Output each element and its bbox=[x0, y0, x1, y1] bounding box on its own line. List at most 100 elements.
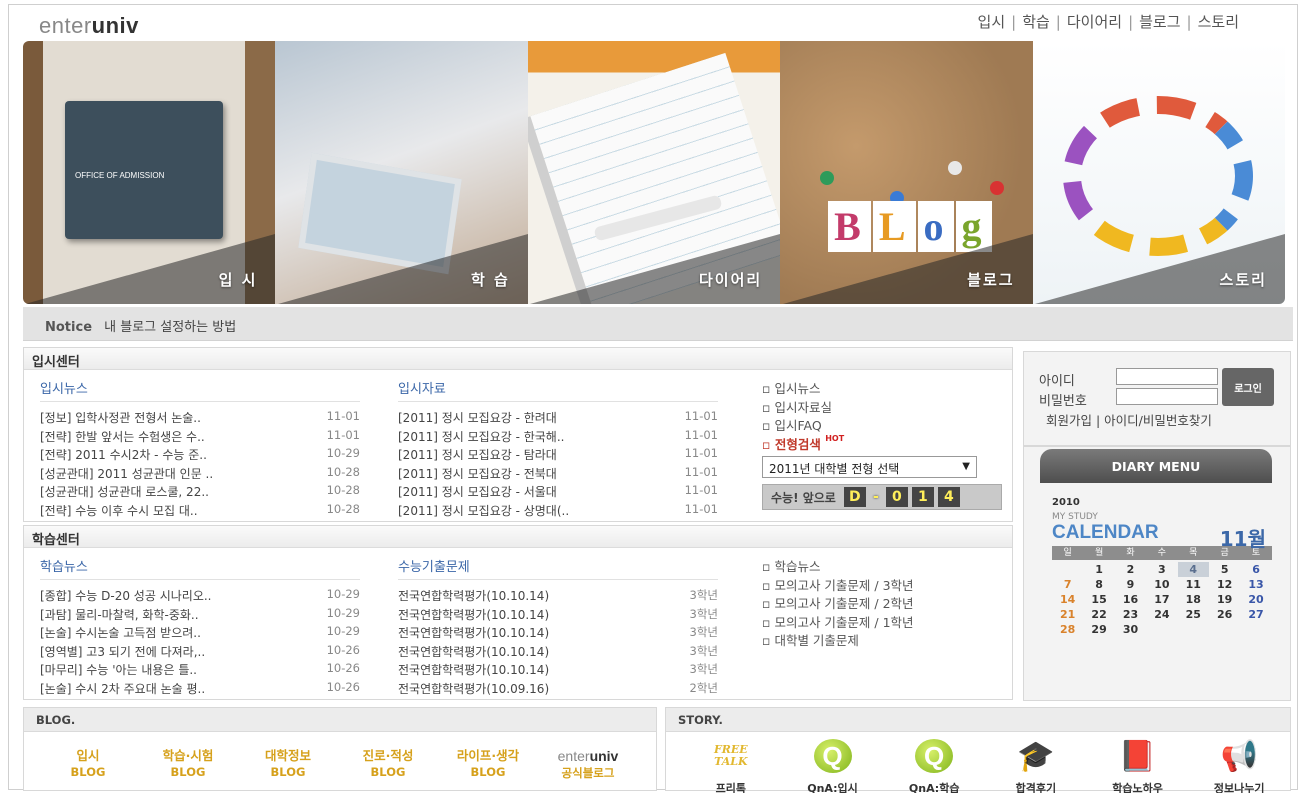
section-title: 학습센터 bbox=[24, 526, 1012, 548]
id-input[interactable] bbox=[1116, 368, 1218, 385]
hero-panel-diary[interactable]: 다이어리 bbox=[527, 41, 781, 304]
hero-panel-story[interactable]: 스토리 bbox=[1032, 41, 1285, 304]
list-item[interactable]: [마무리] 수능 '아는 내용은 틀.. 10-26 bbox=[40, 661, 360, 680]
calendar-day[interactable]: 27 bbox=[1240, 607, 1271, 622]
blog-link-career[interactable]: 진로·적성 BLOG bbox=[338, 748, 438, 781]
topnav-blog[interactable]: 블로그 bbox=[1139, 11, 1180, 32]
quick-link[interactable]: ▫ 모의고사 기출문제 / 2학년 bbox=[762, 593, 1007, 612]
list-item[interactable]: 전국연합학력평가(10.10.14) 3학년 bbox=[398, 643, 718, 662]
list-item[interactable]: 전국연합학력평가(10.10.14) 3학년 bbox=[398, 606, 718, 625]
list-item[interactable]: [2011] 정시 모집요강 - 한국해.. 11-01 bbox=[398, 428, 718, 447]
list-item[interactable]: 전국연합학력평가(10.09.16) 2학년 bbox=[398, 680, 718, 699]
story-link-reviews[interactable]: 🎓 합격후기 bbox=[985, 738, 1087, 793]
list-title[interactable]: 입시자료 bbox=[398, 378, 718, 402]
calendar-day[interactable]: 26 bbox=[1209, 607, 1240, 622]
site-logo[interactable]: enteruniv bbox=[39, 13, 139, 39]
list-item[interactable]: 전국연합학력평가(10.10.14) 3학년 bbox=[398, 624, 718, 643]
quick-link[interactable]: ▫ 대학별 기출문제 bbox=[762, 630, 1007, 649]
calendar-day[interactable]: 19 bbox=[1209, 592, 1240, 607]
list-item[interactable]: [전략] 2011 수시2차 - 수능 준.. 10-29 bbox=[40, 446, 360, 465]
list-item[interactable]: 전국연합학력평가(10.10.14) 3학년 bbox=[398, 587, 718, 606]
blog-link-life[interactable]: 라이프·생각 BLOG bbox=[438, 748, 538, 781]
diary-menu-button[interactable]: DIARY MENU bbox=[1040, 449, 1272, 483]
calendar-day[interactable]: 25 bbox=[1178, 607, 1209, 622]
calendar-day[interactable]: 14 bbox=[1052, 592, 1083, 607]
list-item[interactable]: [논술] 수시논술 고득점 받으려.. 10-29 bbox=[40, 624, 360, 643]
join-find-link[interactable]: 회원가입 | 아이디/비밀번호찾기 bbox=[1046, 410, 1212, 429]
list-item[interactable]: 전국연합학력평가(10.10.14) 3학년 bbox=[398, 661, 718, 680]
quick-link[interactable]: ▫ 입시FAQ bbox=[762, 415, 1007, 434]
quick-link[interactable]: ▫ 모의고사 기출문제 / 3학년 bbox=[762, 575, 1007, 594]
notice-link[interactable]: 내 블로그 설정하는 방법 bbox=[104, 320, 236, 335]
quick-link[interactable]: ▫ 모의고사 기출문제 / 1학년 bbox=[762, 612, 1007, 631]
blog-link-admission[interactable]: 입시 BLOG bbox=[38, 748, 138, 781]
hero-panel-study[interactable]: 학 습 bbox=[275, 41, 528, 304]
quick-link[interactable]: ▫ 입시자료실 bbox=[762, 397, 1007, 416]
list-item[interactable]: [2011] 정시 모집요강 - 상명대(.. 11-01 bbox=[398, 502, 718, 521]
list-item[interactable]: [2011] 정시 모집요강 - 한려대 11-01 bbox=[398, 409, 718, 428]
calendar-day[interactable]: 6 bbox=[1240, 562, 1271, 577]
list-title[interactable]: 입시뉴스 bbox=[40, 378, 360, 402]
calendar-day[interactable]: 21 bbox=[1052, 607, 1083, 622]
list-item[interactable]: [성균관대] 2011 성균관대 인문 .. 10-28 bbox=[40, 465, 360, 484]
calendar-day[interactable]: 30 bbox=[1115, 622, 1146, 637]
login-button[interactable]: 로그인 bbox=[1222, 368, 1274, 406]
list-item[interactable]: [전략] 한발 앞서는 수험생은 수.. 11-01 bbox=[40, 428, 360, 447]
topnav-story[interactable]: 스토리 bbox=[1198, 11, 1239, 32]
blog-link-study[interactable]: 학습·시험 BLOG bbox=[138, 748, 238, 781]
list-title[interactable]: 수능기출문제 bbox=[398, 556, 718, 580]
quick-link[interactable]: ▫ 입시뉴스 bbox=[762, 378, 1007, 397]
blog-link-university[interactable]: 대학정보 BLOG bbox=[238, 748, 338, 781]
topnav-admission[interactable]: 입시 bbox=[978, 11, 1006, 32]
list-item[interactable]: [과탐] 물리-마찰력, 화학-중화.. 10-29 bbox=[40, 606, 360, 625]
list-item[interactable]: [2011] 정시 모집요강 - 탐라대 11-01 bbox=[398, 446, 718, 465]
story-link-knowhow[interactable]: 📕 학습노하우 bbox=[1087, 738, 1189, 793]
list-item[interactable]: [논술] 수시 2차 주요대 논술 평.. 10-26 bbox=[40, 680, 360, 699]
blog-link-official[interactable]: enteruniv 공식블로그 bbox=[538, 748, 638, 781]
calendar-day[interactable]: 24 bbox=[1146, 607, 1177, 622]
calendar-day[interactable]: 18 bbox=[1178, 592, 1209, 607]
calendar-day[interactable]: 15 bbox=[1083, 592, 1114, 607]
calendar-day[interactable]: 29 bbox=[1083, 622, 1114, 637]
story-link-share[interactable]: 📢 정보나누기 bbox=[1188, 738, 1290, 793]
story-link-qna-admission[interactable]: Q QnA:입시 bbox=[782, 738, 884, 793]
calendar-day[interactable]: 23 bbox=[1115, 607, 1146, 622]
quick-link[interactable]: ▫ 학습뉴스 bbox=[762, 556, 1007, 575]
calendar-day[interactable]: 17 bbox=[1146, 592, 1177, 607]
calendar-day[interactable]: 11 bbox=[1178, 577, 1209, 592]
calendar-day[interactable]: 2 bbox=[1115, 562, 1146, 577]
list-item[interactable]: [영역별] 고3 되기 전에 다져라,.. 10-26 bbox=[40, 643, 360, 662]
calendar-day[interactable]: 16 bbox=[1115, 592, 1146, 607]
calendar-day[interactable]: 3 bbox=[1146, 562, 1177, 577]
list-item[interactable]: [전략] 수능 이후 수시 모집 대.. 10-28 bbox=[40, 502, 360, 521]
calendar-day[interactable]: 10 bbox=[1146, 577, 1177, 592]
quick-link-search[interactable]: ▫ 전형검색 HOT bbox=[762, 434, 1007, 453]
calendar-day[interactable]: 4 bbox=[1177, 562, 1209, 577]
list-item[interactable]: [종합] 수능 D-20 성공 시나리오.. 10-29 bbox=[40, 587, 360, 606]
calendar-day[interactable]: 28 bbox=[1052, 622, 1083, 637]
calendar-day[interactable]: 22 bbox=[1083, 607, 1114, 622]
story-link-qna-study[interactable]: Q QnA:학습 bbox=[883, 738, 985, 793]
calendar-day bbox=[1052, 562, 1083, 577]
topnav-diary[interactable]: 다이어리 bbox=[1067, 11, 1122, 32]
hero-panel-blog[interactable]: BLog 블로그 bbox=[780, 41, 1033, 304]
calendar-day[interactable]: 7 bbox=[1052, 577, 1083, 592]
calendar-day[interactable]: 13 bbox=[1240, 577, 1271, 592]
calendar-day[interactable]: 12 bbox=[1209, 577, 1240, 592]
admission-type-select[interactable]: 2011년 대학별 전형 선택 ▼ bbox=[762, 456, 977, 478]
calendar-day[interactable]: 8 bbox=[1083, 577, 1114, 592]
q-icon: Q bbox=[813, 739, 852, 773]
calendar-day[interactable]: 9 bbox=[1115, 577, 1146, 592]
calendar-day[interactable]: 1 bbox=[1083, 562, 1114, 577]
story-link-freetalk[interactable]: FREE TALK 프리톡 bbox=[680, 738, 782, 793]
list-item[interactable]: [2011] 정시 모집요강 - 전북대 11-01 bbox=[398, 465, 718, 484]
calendar-day[interactable]: 5 bbox=[1209, 562, 1240, 577]
list-item[interactable]: [정보] 입학사정관 전형서 논술.. 11-01 bbox=[40, 409, 360, 428]
list-item[interactable]: [성균관대] 성균관대 로스쿨, 22.. 10-28 bbox=[40, 483, 360, 502]
password-input[interactable] bbox=[1116, 388, 1218, 405]
list-title[interactable]: 학습뉴스 bbox=[40, 556, 360, 580]
hero-panel-admission[interactable]: OFFICE OF ADMISSION 입 시 bbox=[23, 41, 276, 304]
list-item[interactable]: [2011] 정시 모집요강 - 서울대 11-01 bbox=[398, 483, 718, 502]
topnav-study[interactable]: 학습 bbox=[1022, 11, 1050, 32]
calendar-day[interactable]: 20 bbox=[1240, 592, 1271, 607]
